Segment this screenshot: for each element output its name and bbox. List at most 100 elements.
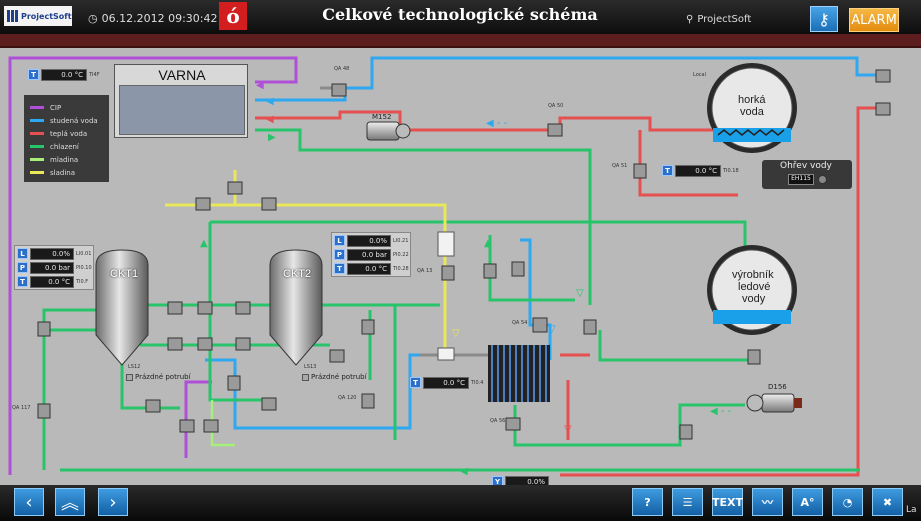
level-switch-ls12: LS12 [128,364,141,370]
ice-water-label-1: výrobník [732,269,774,281]
ckt1-temperature: T 0.0 °C TI0.F [17,275,88,288]
svg-text:▽: ▽ [564,424,572,435]
value-label: TI4F [89,71,100,78]
value-tag: P [334,249,345,260]
svg-text:▲: ▲ [200,238,208,249]
heating-button[interactable]: EH115 [788,174,814,185]
svg-text:◀ ‐ ‐: ◀ ‐ ‐ [266,96,288,107]
value-label: LI0.21 [393,237,409,244]
chevron-up-double-icon: ︽ [61,493,79,514]
logo-text: ProjectSoft [21,11,72,21]
svg-text:▶: ▶ [268,132,276,143]
value-label: LI0.01 [76,250,92,257]
login-key-button[interactable]: ⚷ [810,6,838,32]
value-label: TI0.4 [471,379,484,386]
legend-label: studená voda [50,116,98,125]
datetime-text: 06.12.2012 09:30:42 [101,12,218,25]
hot-water-temperature: T 0.0 °C TI0.18 [662,164,739,177]
brand-icon: ó [219,2,247,30]
ckt1-level: L 0.0% LI0.01 [17,247,91,260]
drain-label: Prázdné potrubí [311,373,367,381]
value-readout: 0.0 °C [30,275,74,288]
alarm-button[interactable]: ALARM [849,8,899,32]
tools-button[interactable]: ✖ [872,488,903,516]
heating-panel: Ohřev vody EH115 [762,160,852,189]
valve-label-qa120: QA 120 [338,395,357,401]
ckt1-pressure: P 0.0 bar PI0.10 [17,261,92,274]
ckt1-drain-status: Prázdné potrubí [126,373,191,381]
value-tag: L [17,248,28,259]
legend-label: CIP [50,103,62,112]
svg-text:◀ ‐ ‐: ◀ ‐ ‐ [266,114,288,125]
valve-label-qa56: QA 56 [490,418,506,424]
varna-title: VARNA [158,67,206,83]
value-readout: 0.0 bar [347,248,391,261]
legend-label: sladina [50,168,75,177]
gauge-button[interactable]: ◔ [832,488,863,516]
legend-label: mladina [50,155,79,164]
value-label: TI0.F [76,278,89,285]
svg-text:◀ ‐ ‐: ◀ ‐ ‐ [460,466,482,477]
heating-indicator-icon [818,175,827,184]
legend-label: chlazení [50,142,79,151]
motor-d156-label: D156 [768,383,787,391]
trend-button[interactable]: 〰 [752,488,783,516]
hot-water-label-2: voda [740,106,764,118]
logo-bars-icon [7,10,18,22]
legend-item: chlazení [30,140,103,153]
ice-water-label-2: ledové [738,281,771,293]
motor-d156 [746,393,802,413]
text-button[interactable]: TEXT [712,488,743,516]
legend-swatch-icon [30,106,44,109]
valve-label-qa54: QA 54 [512,320,528,326]
value-readout: 0.0 °C [41,68,87,81]
ckt2-drain-status: Prázdné potrubí [302,373,367,381]
svg-text:▽: ▽ [576,288,584,299]
value-label: PI0.10 [76,264,92,271]
status-strip [0,34,921,48]
value-tag: P [17,262,28,273]
motor-m152 [366,121,411,141]
document-button[interactable]: ☰ [672,488,703,516]
legend-label: teplá voda [50,129,88,138]
prev-screen-button[interactable]: ‹ [14,488,44,516]
ckt1-label: CKT1 [110,268,139,280]
top-bar: ProjectSoft ◷ 06.12.2012 09:30:42 ó Celk… [0,0,921,34]
ckt2-label: CKT2 [283,268,312,280]
projectsoft-logo: ProjectSoft [4,6,72,26]
home-screen-button[interactable]: ︽ [55,488,85,516]
heat-exchanger [488,345,550,402]
varna-link[interactable]: VARNA [114,64,248,138]
next-screen-button[interactable]: › [98,488,128,516]
help-button[interactable]: ? [632,488,663,516]
value-tag: T [17,276,28,287]
alarm-history-button[interactable]: A° [792,488,823,516]
ckt2-level: L 0.0% LI0.21 [334,234,408,247]
value-tag: L [334,235,345,246]
valve-label-qa50: QA 50 [548,103,564,109]
value-tag: T [662,165,673,176]
svg-text:◀ ‐ ‐: ◀ ‐ ‐ [486,118,508,129]
motor-m152-label: M152 [372,113,392,121]
legend-item: teplá voda [30,127,103,140]
pipe-legend: CIP studená voda teplá voda chlazení mla… [24,95,109,182]
key-icon: ⚷ [818,9,830,29]
heating-title: Ohřev vody [780,161,832,171]
user-icon: ⚲ [686,14,694,25]
drain-indicator-icon [126,373,133,381]
hot-water-label-1: horká [738,94,766,106]
legend-swatch-icon [30,158,44,161]
local-label: Local [693,72,706,78]
legend-item: mladina [30,153,103,166]
footer-la: La [906,505,917,515]
value-readout: 0.0 °C [423,376,469,389]
valve-label-qa117: QA 117 [12,405,31,411]
value-readout: 0.0% [30,247,74,260]
drain-label: Prázdné potrubí [135,373,191,381]
clock-icon: ◷ [88,12,98,25]
legend-item: studená voda [30,114,103,127]
svg-text:▽: ▽ [452,328,460,339]
value-label: PI0.22 [393,251,409,258]
value-label: TI0.18 [723,167,739,174]
legend-swatch-icon [30,145,44,148]
